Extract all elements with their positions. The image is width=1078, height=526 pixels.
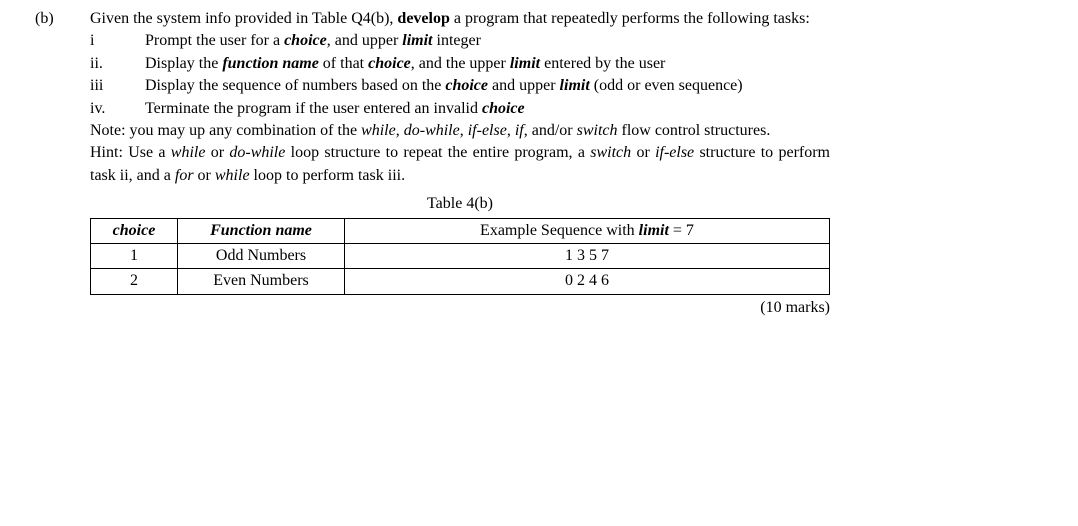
th-function-name: Function name [210, 222, 312, 239]
kw-ifelse: if-else [655, 144, 694, 161]
seg: Note: you may up any combination of the [90, 122, 361, 139]
options-table: choice Function name Example Sequence wi… [90, 218, 830, 295]
kw-ifelse: if-else [468, 122, 507, 139]
seg: and upper [488, 77, 560, 94]
seg: or [205, 144, 229, 161]
table-cell: 0 2 4 6 [345, 269, 830, 294]
kw-while: while [215, 167, 250, 184]
seg: integer [433, 32, 481, 49]
table-header: Example Sequence with limit = 7 [345, 218, 830, 243]
seg: (odd or even sequence) [590, 77, 743, 94]
th-example-a: Example Sequence with [480, 222, 639, 239]
task-text: Display the function name of that choice… [145, 53, 830, 75]
table-cell: 2 [91, 269, 178, 294]
kw-dowhile: do-while [229, 144, 285, 161]
kw-dowhile: do-while [404, 122, 460, 139]
seg: , [507, 122, 515, 139]
marks-label: (10 marks) [90, 297, 830, 319]
seg: Display the sequence of numbers based on… [145, 77, 445, 94]
seg: , and/or [524, 122, 577, 139]
th-choice: choice [113, 222, 156, 239]
task-text: Prompt the user for a choice, and upper … [145, 30, 830, 52]
table-caption: Table 4(b) [90, 193, 830, 215]
seg: , [396, 122, 404, 139]
task-number: iii [90, 75, 145, 97]
seg: , and upper [327, 32, 403, 49]
table-header: choice [91, 218, 178, 243]
seg: Hint: Use a [90, 144, 171, 161]
table-row: 2 Even Numbers 0 2 4 6 [91, 269, 830, 294]
table-row: 1 Odd Numbers 1 3 5 7 [91, 243, 830, 268]
table-cell: Odd Numbers [178, 243, 345, 268]
seg: entered by the user [540, 55, 665, 72]
kw-switch: switch [577, 122, 618, 139]
intro-seg: Given the system info provided in Table … [90, 10, 397, 27]
table-wrapper: Table 4(b) choice Function name Example … [90, 193, 830, 295]
task-item: ii. Display the function name of that ch… [90, 53, 830, 75]
task-text: Terminate the program if the user entere… [145, 98, 830, 120]
task-number: iv. [90, 98, 145, 120]
kw-choice: choice [445, 77, 488, 94]
kw-while: while [171, 144, 206, 161]
kw-while: while [361, 122, 396, 139]
kw-choice: choice [482, 100, 525, 117]
task-item: i Prompt the user for a choice, and uppe… [90, 30, 830, 52]
kw-if: if [515, 122, 524, 139]
intro-text: Given the system info provided in Table … [90, 8, 830, 30]
intro-develop: develop [397, 10, 449, 27]
intro-seg: a program that repeatedly performs the f… [450, 10, 810, 27]
kw-choice: choice [368, 55, 411, 72]
kw-switch: switch [590, 144, 631, 161]
table-cell: 1 3 5 7 [345, 243, 830, 268]
kw-limit: limit [510, 55, 540, 72]
task-item: iv. Terminate the program if the user en… [90, 98, 830, 120]
kw-function-name: function name [222, 55, 318, 72]
table-header-row: choice Function name Example Sequence wi… [91, 218, 830, 243]
task-item: iii Display the sequence of numbers base… [90, 75, 830, 97]
seg: Terminate the program if the user entere… [145, 100, 482, 117]
seg: flow control structures. [617, 122, 770, 139]
th-limit: limit [639, 222, 669, 239]
seg: loop structure to repeat the entire prog… [285, 144, 590, 161]
seg: , [460, 122, 468, 139]
table-cell: 1 [91, 243, 178, 268]
task-text: Display the sequence of numbers based on… [145, 75, 830, 97]
seg: of that [319, 55, 368, 72]
kw-limit: limit [402, 32, 432, 49]
seg: loop to perform task iii. [250, 167, 406, 184]
kw-limit: limit [560, 77, 590, 94]
seg: or [194, 167, 215, 184]
note-text: Note: you may up any combination of the … [90, 120, 830, 142]
question-content: Given the system info provided in Table … [90, 8, 830, 319]
seg: or [631, 144, 655, 161]
seg: , and the upper [411, 55, 510, 72]
task-list: i Prompt the user for a choice, and uppe… [90, 30, 830, 120]
task-number: i [90, 30, 145, 52]
seg: Prompt the user for a [145, 32, 284, 49]
kw-choice: choice [284, 32, 327, 49]
seg: Display the [145, 55, 222, 72]
hint-text: Hint: Use a while or do-while loop struc… [90, 142, 830, 187]
kw-for: for [175, 167, 194, 184]
part-label: (b) [30, 8, 90, 30]
table-cell: Even Numbers [178, 269, 345, 294]
task-number: ii. [90, 53, 145, 75]
th-example-c: = 7 [669, 222, 694, 239]
table-header: Function name [178, 218, 345, 243]
